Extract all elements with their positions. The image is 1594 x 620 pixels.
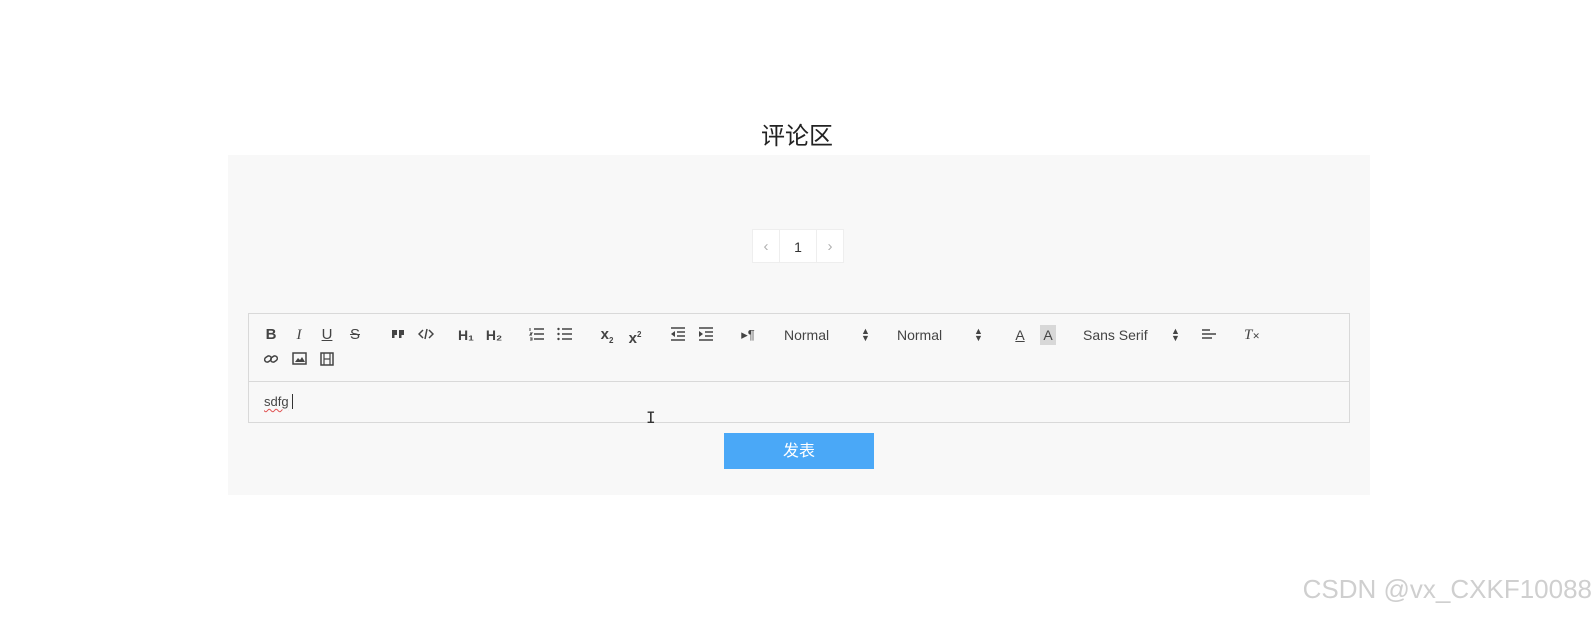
link-button[interactable] [260, 350, 282, 370]
superscript-mark: 2 [636, 330, 642, 339]
ordered-list-icon [526, 327, 548, 341]
editor-text: sdfg [264, 394, 289, 409]
header-picker-label: Normal [897, 327, 943, 343]
text-caret [291, 394, 293, 409]
code-icon [415, 327, 437, 341]
submit-button[interactable]: 发表 [724, 433, 874, 469]
image-button[interactable] [288, 350, 310, 370]
pagination: ‹ 1 › [752, 229, 844, 263]
link-icon [260, 352, 282, 366]
h1-button[interactable]: H₁ [455, 325, 477, 345]
font-picker[interactable]: Sans Serif ▲ ▼ [1083, 325, 1183, 345]
editor-toolbar: B I U S H₁ H₂ x2 x2 ▸¶ Normal ▲ ▼ Normal… [249, 314, 1349, 382]
film-icon [316, 352, 338, 366]
align-left-icon [1198, 327, 1220, 341]
italic-button[interactable]: I [288, 325, 310, 345]
rich-text-editor: B I U S H₁ H₂ x2 x2 ▸¶ Normal ▲ ▼ Normal… [248, 313, 1350, 423]
image-icon [288, 352, 310, 365]
subscript-mark: 2 [608, 336, 614, 345]
clear-x-icon: ✕ [1252, 331, 1260, 341]
bullet-list-icon [554, 327, 576, 341]
strike-button[interactable]: S [344, 325, 366, 345]
updown-arrows-icon: ▲ ▼ [974, 326, 983, 343]
outdent-icon [667, 327, 689, 341]
h2-button[interactable]: H₂ [483, 325, 505, 345]
indent-button[interactable] [695, 325, 717, 345]
watermark: CSDN @vx_CXKF10088 [1302, 574, 1592, 604]
ordered-list-button[interactable] [526, 325, 548, 345]
page-title: 评论区 [761, 122, 833, 150]
bold-button[interactable]: B [260, 325, 282, 345]
bullet-list-button[interactable] [554, 325, 576, 345]
superscript-button[interactable]: x2 [624, 325, 646, 347]
text-color-button[interactable]: A [1009, 325, 1031, 345]
background-color-button[interactable]: A [1040, 325, 1056, 345]
indent-icon [695, 327, 717, 341]
subscript-button[interactable]: x2 [596, 325, 618, 345]
prev-page-button[interactable]: ‹ [752, 229, 780, 263]
page-number-button[interactable]: 1 [780, 229, 816, 263]
outdent-button[interactable] [667, 325, 689, 345]
quote-icon [387, 327, 409, 341]
blockquote-button[interactable] [387, 325, 409, 345]
subscript-label: x [600, 326, 609, 343]
next-page-button[interactable]: › [816, 229, 844, 263]
editor-content[interactable]: sdfg [264, 394, 293, 409]
updown-arrows-icon: ▲ ▼ [861, 326, 870, 343]
align-button[interactable] [1198, 325, 1220, 345]
size-picker[interactable]: Normal ▲ ▼ [784, 325, 874, 345]
superscript-label: x [628, 330, 637, 347]
ibeam-cursor-icon: I [646, 408, 656, 427]
comment-panel: ‹ 1 › B I U S H₁ H₂ x2 x2 ▸¶ Normal ▲ ▼ … [228, 155, 1370, 495]
video-button[interactable] [316, 350, 338, 370]
text-direction-button[interactable]: ▸¶ [737, 325, 759, 345]
font-picker-label: Sans Serif [1083, 327, 1148, 343]
header-picker[interactable]: Normal ▲ ▼ [897, 325, 987, 345]
clean-format-button[interactable]: T✕ [1241, 325, 1263, 345]
code-block-button[interactable] [415, 325, 437, 345]
updown-arrows-icon: ▲ ▼ [1171, 326, 1180, 343]
underline-button[interactable]: U [316, 325, 338, 345]
size-picker-label: Normal [784, 327, 830, 343]
